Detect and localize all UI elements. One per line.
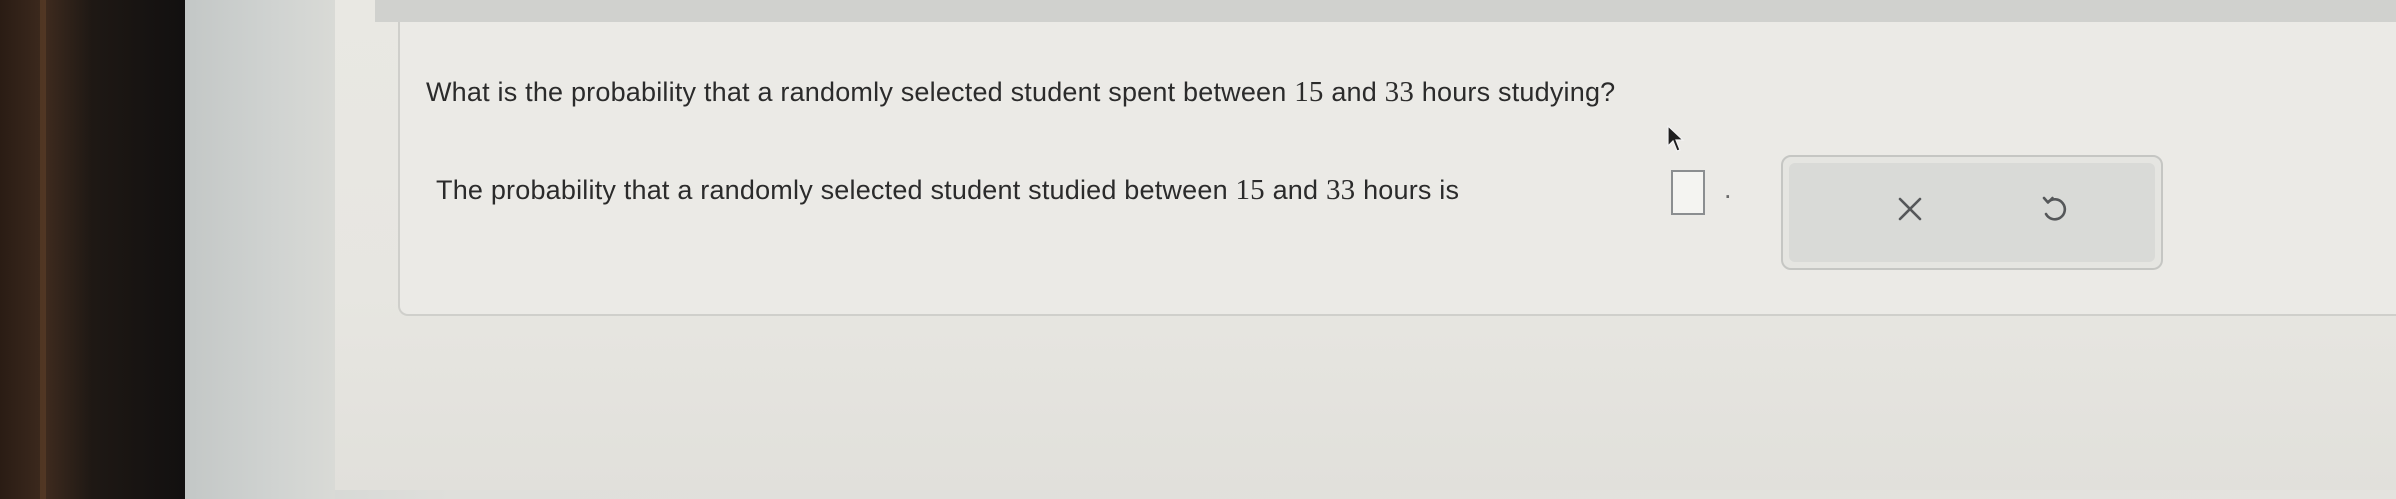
question-and: and xyxy=(1331,77,1377,107)
question-lower-bound: 15 xyxy=(1294,76,1324,108)
probability-answer-input[interactable] xyxy=(1671,170,1705,215)
clear-button[interactable] xyxy=(1878,177,1942,241)
answer-statement: The probability that a randomly selected… xyxy=(436,174,1459,207)
undo-icon xyxy=(2042,196,2067,221)
mouse-cursor-icon xyxy=(1667,124,1685,152)
question-upper-bound: 33 xyxy=(1384,76,1415,108)
answer-suffix: hours is xyxy=(1363,175,1460,205)
answer-and: and xyxy=(1272,175,1319,205)
close-icon xyxy=(1898,197,1922,221)
undo-button[interactable] xyxy=(2022,177,2086,241)
monitor-bezel xyxy=(0,0,185,499)
answer-period: . xyxy=(1724,174,1732,204)
action-panel-inner xyxy=(1789,163,2155,262)
answer-upper-bound: 33 xyxy=(1325,174,1356,206)
question-text: What is the probability that a randomly … xyxy=(426,76,1615,109)
question-prefix: What is the probability that a randomly … xyxy=(426,77,1287,107)
top-bar xyxy=(375,0,2396,22)
answer-prefix: The probability that a randomly selected… xyxy=(436,175,1228,205)
left-margin xyxy=(185,0,335,499)
answer-lower-bound: 15 xyxy=(1235,174,1265,206)
answer-action-panel xyxy=(1781,155,2163,270)
question-suffix: hours studying? xyxy=(1421,77,1616,107)
